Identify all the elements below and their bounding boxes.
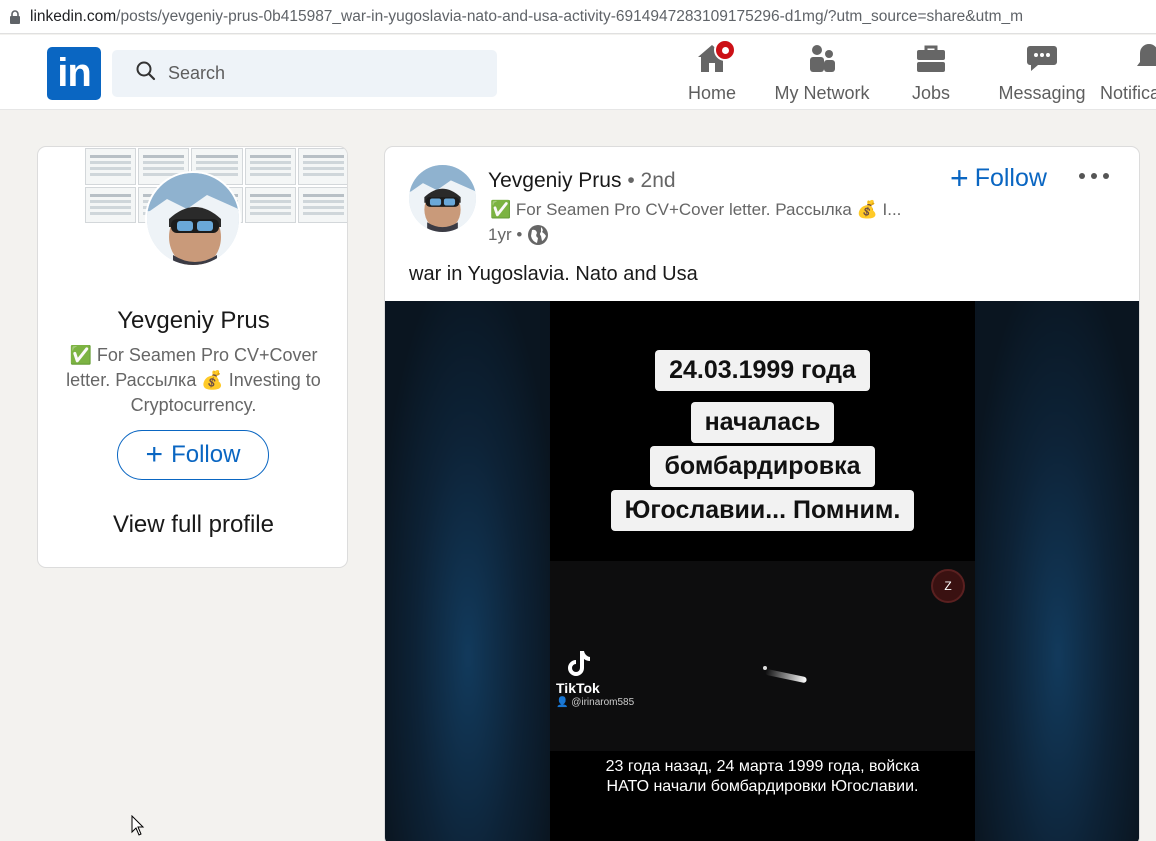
plus-icon: + — [145, 438, 164, 471]
tiktok-username: 👤 @irinarom585 — [556, 697, 635, 708]
tiktok-icon — [566, 649, 600, 680]
video-subtitle-line: НАТО начали бомбардировки Югославии. — [606, 778, 919, 795]
messaging-icon — [1026, 44, 1058, 79]
connection-degree: • 2nd — [627, 169, 676, 192]
video-caption-line-4-wrap: Югославии... Помним. — [550, 490, 975, 531]
notification-badge — [714, 39, 736, 61]
search-bar[interactable] — [112, 50, 497, 97]
nav-my-network[interactable]: My Network — [766, 41, 878, 104]
post-author-headline: ✅ For Seamen Pro CV+Cover letter. Рассыл… — [490, 200, 902, 219]
nav-notifications-label: Notifica — [1100, 83, 1156, 103]
author-avatar[interactable] — [409, 165, 476, 232]
address-bar[interactable]: linkedin.com/posts/yevgeniy-prus-0b41598… — [0, 0, 1156, 34]
video-caption-line-3-wrap: бомбардировка — [550, 446, 975, 487]
video-caption-line: 24.03.1999 года — [655, 350, 870, 391]
globe-icon — [527, 224, 549, 246]
video-caption-line-2-wrap: началась — [550, 402, 975, 443]
video-subtitle-line: 23 года назад, 24 марта 1999 года, войск… — [605, 758, 920, 775]
nav-notifications[interactable]: Notifica — [1100, 41, 1156, 104]
video-subtitle: 23 года назад, 24 марта 1999 года, войск… — [550, 757, 975, 797]
view-full-profile-link[interactable]: View full profile — [38, 511, 347, 539]
search-input[interactable] — [168, 63, 468, 84]
mouse-cursor-icon — [131, 814, 145, 841]
video-blur-left — [385, 301, 551, 841]
follow-button-label: Follow — [171, 441, 241, 468]
nav-my-network-label: My Network — [774, 83, 870, 103]
video-blur-right — [975, 301, 1139, 841]
url-host: linkedin.com — [30, 7, 117, 25]
url-path: /posts/yevgeniy-prus-0b415987_war-in-yug… — [116, 7, 1024, 25]
video-caption-line: Югославии... Помним. — [610, 490, 915, 531]
tiktok-label: TikTok — [556, 680, 600, 696]
linkedin-logo[interactable]: in — [47, 47, 101, 100]
post-video[interactable]: 24.03.1999 года началась бомбардировка Ю… — [385, 301, 1139, 841]
follow-button[interactable]: + Follow — [117, 430, 269, 480]
video-caption-line: бомбардировка — [650, 446, 875, 487]
video-caption-line-1-wrap: 24.03.1999 года — [550, 350, 975, 391]
profile-name[interactable]: Yevgeniy Prus — [38, 307, 347, 335]
nav-messaging-label: Messaging — [998, 83, 1086, 103]
post-card: Yevgeniy Prus • 2nd ✅ For Seamen Pro CV+… — [384, 146, 1140, 841]
url-text: linkedin.com/posts/yevgeniy-prus-0b41598… — [30, 8, 1023, 26]
post-meta: 1yr • — [488, 224, 549, 246]
lock-icon — [0, 9, 30, 24]
video-night-scene — [550, 561, 975, 751]
nav-jobs[interactable]: Jobs — [900, 41, 962, 104]
post-follow-button[interactable]: + Follow — [950, 162, 1047, 194]
bell-icon — [1136, 42, 1156, 79]
video-frame[interactable]: 24.03.1999 года началась бомбардировка Ю… — [550, 301, 975, 841]
profile-card: Yevgeniy Prus ✅ For Seamen Pro CV+Cover … — [37, 146, 348, 568]
nav-home[interactable]: Home — [680, 39, 744, 104]
plus-icon: + — [950, 160, 969, 196]
global-nav: in Home My Network Jobs — [0, 35, 1156, 110]
profile-headline: ✅ For Seamen Pro CV+Cover letter. Рассыл… — [66, 345, 321, 415]
search-icon — [136, 61, 156, 86]
video-caption-line: началась — [690, 402, 835, 443]
briefcase-icon — [915, 42, 947, 79]
post-time: 1yr • — [488, 225, 523, 244]
nav-jobs-label: Jobs — [911, 83, 951, 103]
network-icon — [806, 42, 838, 79]
post-follow-label: Follow — [974, 163, 1047, 192]
more-options-icon[interactable] — [1079, 173, 1109, 179]
nav-messaging[interactable]: Messaging — [994, 41, 1090, 104]
video-badge: Z — [931, 569, 965, 603]
post-text: war in Yugoslavia. Nato and Usa — [409, 263, 698, 285]
post-author[interactable]: Yevgeniy Prus • 2nd — [488, 169, 676, 193]
avatar[interactable] — [145, 171, 241, 267]
post-author-name[interactable]: Yevgeniy Prus — [488, 169, 621, 192]
nav-home-label: Home — [687, 83, 736, 103]
tiktok-watermark: TikTok — [556, 649, 600, 696]
